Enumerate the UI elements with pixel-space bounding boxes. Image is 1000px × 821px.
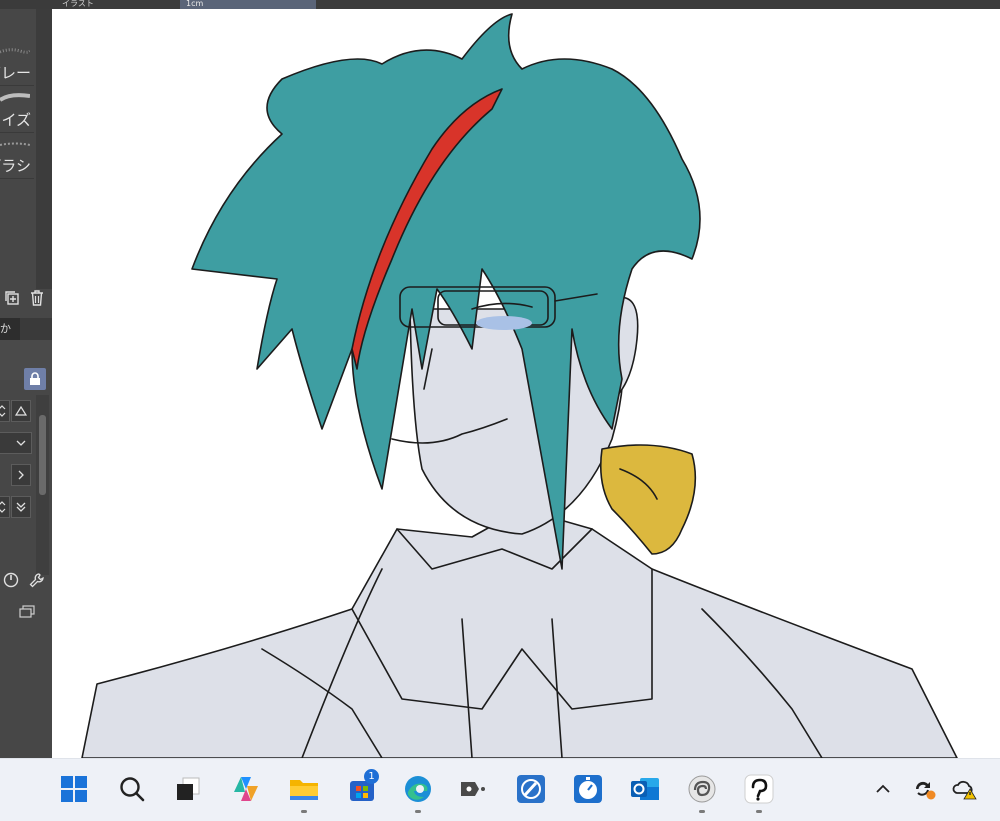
trash-icon[interactable] [28, 289, 46, 307]
switch-icon [461, 782, 485, 796]
show-hidden-icons-button[interactable] [870, 775, 896, 803]
left-dock-panel: グレー ノイズ ブラシ か [0, 9, 52, 758]
property-scrollbar[interactable] [36, 395, 49, 575]
brush-item-gray[interactable]: グレー [0, 40, 34, 86]
task-view-button[interactable] [170, 771, 206, 807]
running-indicator [301, 810, 307, 813]
lock-icon[interactable] [24, 368, 46, 390]
chevron-right-icon[interactable] [11, 464, 31, 486]
brush-item-label: グレー [0, 64, 31, 82]
brush-item-label: ブラシ [0, 157, 31, 175]
notification-badge: 1 [364, 769, 379, 784]
brush-item-noise[interactable]: ノイズ [0, 87, 34, 133]
spin-button[interactable] [0, 400, 10, 422]
document-tab-bar: イラスト 1cm [0, 0, 1000, 9]
timer-app-icon [574, 775, 602, 803]
tab-illustration[interactable]: イラスト [62, 0, 172, 9]
brush-stroke-preview [0, 142, 30, 146]
search-icon [120, 777, 145, 802]
folder-icon [290, 780, 318, 800]
tab-active-document[interactable]: 1cm [180, 0, 316, 9]
windows-logo-icon [61, 776, 87, 802]
copilot-button[interactable] [228, 771, 264, 807]
clip-studio-paint-icon [744, 774, 774, 804]
microsoft-store-button[interactable]: 1 [344, 769, 380, 807]
brush-item-label: ノイズ [0, 111, 31, 129]
running-indicator [699, 810, 705, 813]
blend-mode-dropdown[interactable] [0, 432, 32, 454]
onedrive-status-button[interactable] [952, 775, 978, 803]
duplicate-icon[interactable] [3, 289, 21, 307]
outlook-button[interactable] [627, 771, 663, 807]
dial-icon[interactable] [2, 571, 20, 589]
file-explorer-button[interactable] [286, 771, 322, 813]
running-indicator [415, 810, 421, 813]
start-button[interactable] [56, 771, 92, 807]
app-blue-1-button[interactable] [513, 771, 549, 807]
search-button[interactable] [114, 771, 150, 807]
app-window: イラスト 1cm グレー ノイズ ブラシ か [0, 0, 1000, 821]
drawing-canvas[interactable] [52, 9, 1000, 758]
layers-icon[interactable] [18, 603, 36, 621]
brush-list-scroll-area [36, 9, 52, 289]
brush-item-brush[interactable]: ブラシ [0, 133, 34, 179]
character-illustration [81, 13, 958, 758]
panel-tab[interactable]: か [0, 318, 20, 340]
edge-button[interactable] [400, 771, 436, 813]
edge-icon [405, 776, 431, 802]
chevron-up-icon [876, 784, 890, 793]
scrollbar-thumb[interactable] [39, 415, 46, 495]
app-switch-button[interactable] [456, 771, 492, 807]
triangle-up-icon[interactable] [11, 400, 31, 422]
outlook-icon [631, 778, 659, 800]
double-chevron-down-icon[interactable] [11, 496, 31, 518]
taskbar: 1 [0, 758, 1000, 821]
brush-stroke-preview [0, 48, 30, 54]
copilot-icon [234, 777, 258, 801]
wrench-icon[interactable] [28, 571, 46, 589]
pen-app-icon [517, 775, 545, 803]
clip-studio-icon [688, 775, 716, 803]
running-indicator [756, 810, 762, 813]
task-view-icon [177, 777, 200, 800]
sync-icon [915, 781, 936, 800]
panel-tab-strip: か [0, 318, 52, 340]
clip-studio-paint-button[interactable] [741, 771, 777, 813]
spin-button[interactable] [0, 496, 10, 518]
clip-studio-button[interactable] [684, 771, 720, 813]
onedrive-warning-icon [952, 780, 977, 800]
app-blue-2-button[interactable] [570, 771, 606, 807]
brush-stroke-preview [0, 93, 30, 102]
sync-status-button[interactable] [911, 775, 937, 803]
